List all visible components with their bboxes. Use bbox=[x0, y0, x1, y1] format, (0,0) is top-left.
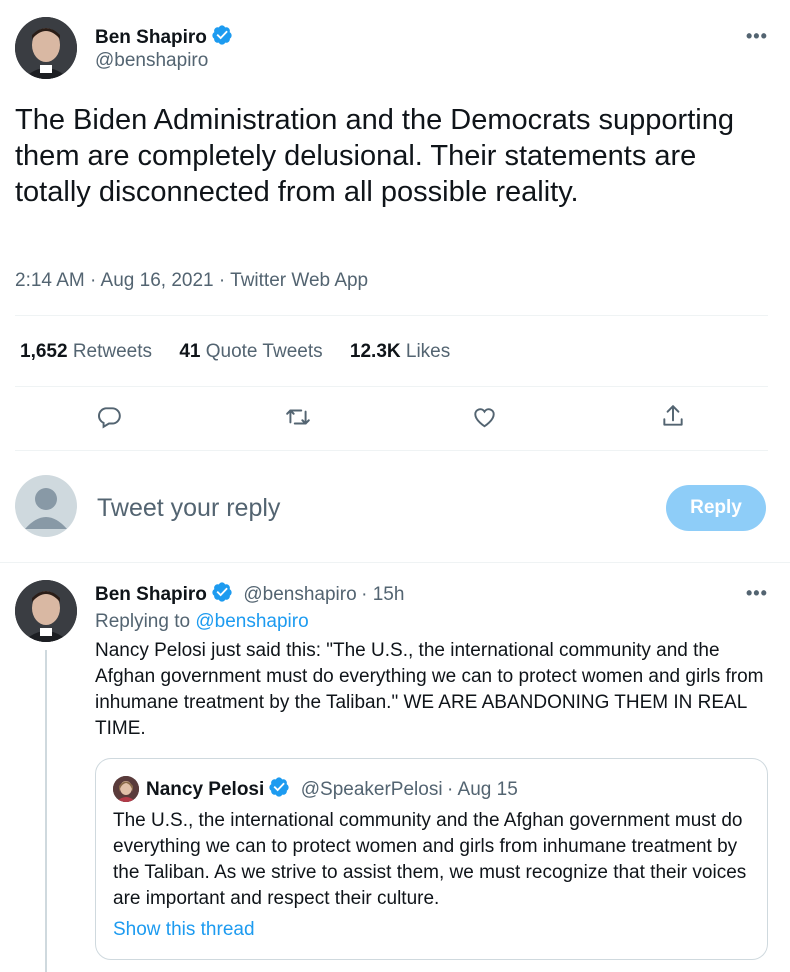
thread-line bbox=[45, 650, 47, 972]
divider bbox=[15, 386, 768, 387]
retweet-icon[interactable] bbox=[284, 404, 312, 430]
author-name[interactable]: Ben Shapiro bbox=[95, 27, 207, 48]
quoted-author-handle: @SpeakerPelosi bbox=[300, 779, 443, 800]
like-icon[interactable] bbox=[471, 404, 498, 430]
share-icon[interactable] bbox=[660, 402, 686, 430]
reply-author-handle[interactable]: @benshapiro bbox=[243, 584, 356, 605]
quoted-time: · Aug 15 bbox=[447, 779, 518, 800]
quoted-text: The U.S., the international community an… bbox=[113, 810, 747, 909]
verified-badge-icon bbox=[268, 776, 290, 803]
quoted-author-name: Nancy Pelosi bbox=[146, 779, 265, 800]
reply-time[interactable]: · 15h bbox=[361, 584, 404, 605]
reply-input[interactable]: Tweet your reply bbox=[97, 494, 280, 523]
author-avatar[interactable] bbox=[15, 17, 77, 79]
reply-text: Nancy Pelosi just said this: "The U.S., … bbox=[95, 640, 764, 739]
divider bbox=[0, 562, 790, 563]
more-dots-icon[interactable]: ••• bbox=[746, 583, 768, 604]
reply-button[interactable]: Reply bbox=[666, 485, 766, 531]
replying-to-link[interactable]: @benshapiro bbox=[195, 611, 308, 632]
quote-tweets-stat[interactable]: 41 Quote Tweets bbox=[179, 341, 322, 362]
replying-to: Replying to @benshapiro bbox=[95, 611, 309, 632]
author-handle[interactable]: @benshapiro bbox=[95, 50, 208, 72]
reply-icon[interactable] bbox=[96, 404, 122, 430]
stats-row: 1,652 Retweets 41 Quote Tweets 12.3K Lik… bbox=[20, 341, 450, 363]
verified-badge-icon bbox=[211, 24, 233, 51]
quoted-tweet-card[interactable]: Nancy Pelosi @SpeakerPelosi · Aug 15 The… bbox=[95, 758, 768, 960]
verified-badge-icon bbox=[211, 581, 233, 608]
divider bbox=[15, 315, 768, 316]
user-avatar-placeholder bbox=[15, 475, 77, 537]
reply-author-avatar[interactable] bbox=[15, 580, 77, 642]
more-dots-icon[interactable]: ••• bbox=[746, 26, 768, 47]
likes-stat[interactable]: 12.3K Likes bbox=[350, 341, 450, 362]
retweets-stat[interactable]: 1,652 Retweets bbox=[20, 341, 152, 362]
tweet-timestamp[interactable]: 2:14 AM · Aug 16, 2021 · Twitter Web App bbox=[15, 270, 368, 292]
reply-author-name[interactable]: Ben Shapiro bbox=[95, 584, 207, 605]
quoted-author-avatar bbox=[113, 776, 139, 802]
divider bbox=[15, 450, 768, 451]
tweet-text: The Biden Administration and the Democra… bbox=[15, 104, 734, 208]
show-thread-link[interactable]: Show this thread bbox=[113, 919, 255, 941]
